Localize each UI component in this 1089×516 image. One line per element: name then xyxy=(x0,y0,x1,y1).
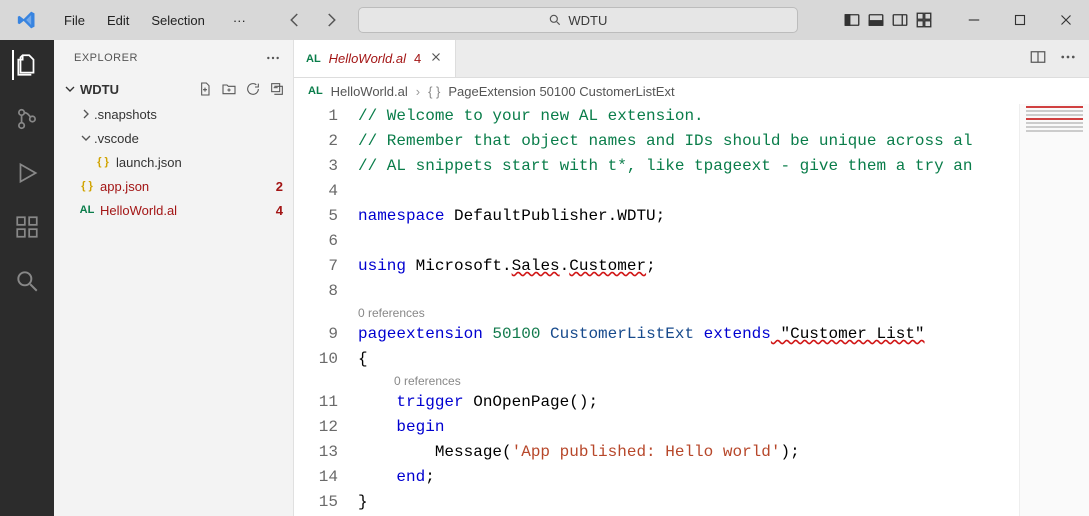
search-text: WDTU xyxy=(568,13,607,28)
vscode-logo-icon xyxy=(0,10,54,30)
window-close-icon[interactable] xyxy=(1043,0,1089,40)
al-file-icon: AL xyxy=(306,53,321,65)
activity-explorer-icon[interactable] xyxy=(12,50,42,80)
explorer-sidebar: EXPLORER WDTU .snapshots .vscode xyxy=(54,40,294,516)
command-center[interactable]: WDTU xyxy=(358,7,798,33)
close-icon[interactable] xyxy=(429,50,443,67)
file-tree: .snapshots .vscode { } launch.json { } a… xyxy=(54,102,293,222)
tree-file-app-json[interactable]: { } app.json 2 xyxy=(64,174,293,198)
al-file-icon: AL xyxy=(78,204,96,216)
search-icon xyxy=(548,13,562,27)
toggle-secondary-sidebar-icon[interactable] xyxy=(891,11,909,29)
tree-file-helloworld-al[interactable]: AL HelloWorld.al 4 xyxy=(64,198,293,222)
activity-bar xyxy=(0,40,54,516)
code-content[interactable]: // Welcome to your new AL extension. // … xyxy=(352,104,1089,516)
sidebar-title: EXPLORER xyxy=(74,52,138,64)
symbol-brace-icon: { } xyxy=(428,84,440,99)
tab-error-badge: 4 xyxy=(414,51,421,66)
toggle-primary-sidebar-icon[interactable] xyxy=(843,11,861,29)
nav-back-icon[interactable] xyxy=(286,11,304,29)
menu-edit[interactable]: Edit xyxy=(97,9,139,32)
chevron-right-icon xyxy=(78,106,94,122)
line-number-gutter: 1 2 3 4 5 6 7 8 9 10 11 12 13 14 15 xyxy=(294,104,352,516)
json-file-icon: { } xyxy=(78,180,96,192)
editor-tab-bar: AL HelloWorld.al 4 xyxy=(294,40,1089,78)
new-folder-icon[interactable] xyxy=(221,81,237,97)
minimap[interactable] xyxy=(1019,104,1089,516)
history-nav xyxy=(286,11,340,29)
activity-search-icon[interactable] xyxy=(12,266,42,296)
layout-controls xyxy=(843,11,933,29)
code-lens[interactable]: 0 references xyxy=(352,304,1089,322)
chevron-right-icon: › xyxy=(416,84,420,99)
menu-selection[interactable]: Selection xyxy=(141,9,214,32)
collapse-all-icon[interactable] xyxy=(269,81,285,97)
al-file-icon: AL xyxy=(308,85,323,97)
breadcrumb-symbol: PageExtension 50100 CustomerListExt xyxy=(448,84,674,99)
json-file-icon: { } xyxy=(94,156,112,168)
tree-folder-snapshots[interactable]: .snapshots xyxy=(64,102,293,126)
chevron-down-icon xyxy=(78,130,94,146)
error-count-badge: 4 xyxy=(276,203,283,218)
tree-file-launch-json[interactable]: { } launch.json xyxy=(64,150,293,174)
editor-group: AL HelloWorld.al 4 AL HelloWorld.al › { … xyxy=(294,40,1089,516)
app-menu: File Edit Selection ··· xyxy=(54,9,256,32)
refresh-icon[interactable] xyxy=(245,81,261,97)
split-editor-icon[interactable] xyxy=(1029,48,1047,69)
toggle-panel-icon[interactable] xyxy=(867,11,885,29)
breadcrumb-file: HelloWorld.al xyxy=(331,84,408,99)
sidebar-more-icon[interactable] xyxy=(265,50,281,66)
window-minimize-icon[interactable] xyxy=(951,0,997,40)
chevron-down-icon xyxy=(62,81,78,97)
activity-source-control-icon[interactable] xyxy=(12,104,42,134)
activity-extensions-icon[interactable] xyxy=(12,212,42,242)
nav-forward-icon[interactable] xyxy=(322,11,340,29)
tree-folder-vscode[interactable]: .vscode xyxy=(64,126,293,150)
editor-tab[interactable]: AL HelloWorld.al 4 xyxy=(294,40,456,77)
customize-layout-icon[interactable] xyxy=(915,11,933,29)
new-file-icon[interactable] xyxy=(197,81,213,97)
window-maximize-icon[interactable] xyxy=(997,0,1043,40)
title-bar: File Edit Selection ··· WDTU xyxy=(0,0,1089,40)
code-lens[interactable]: 0 references xyxy=(352,372,1089,390)
folder-root[interactable]: WDTU xyxy=(54,76,293,102)
breadcrumb[interactable]: AL HelloWorld.al › { } PageExtension 501… xyxy=(294,78,1089,104)
menu-more[interactable]: ··· xyxy=(223,9,256,32)
editor-more-icon[interactable] xyxy=(1059,48,1077,69)
tab-filename: HelloWorld.al xyxy=(329,51,406,66)
activity-run-debug-icon[interactable] xyxy=(12,158,42,188)
error-count-badge: 2 xyxy=(276,179,283,194)
menu-file[interactable]: File xyxy=(54,9,95,32)
sidebar-header: EXPLORER xyxy=(54,40,293,76)
code-editor[interactable]: 1 2 3 4 5 6 7 8 9 10 11 12 13 14 15 // W… xyxy=(294,104,1089,516)
folder-root-label: WDTU xyxy=(80,82,119,97)
